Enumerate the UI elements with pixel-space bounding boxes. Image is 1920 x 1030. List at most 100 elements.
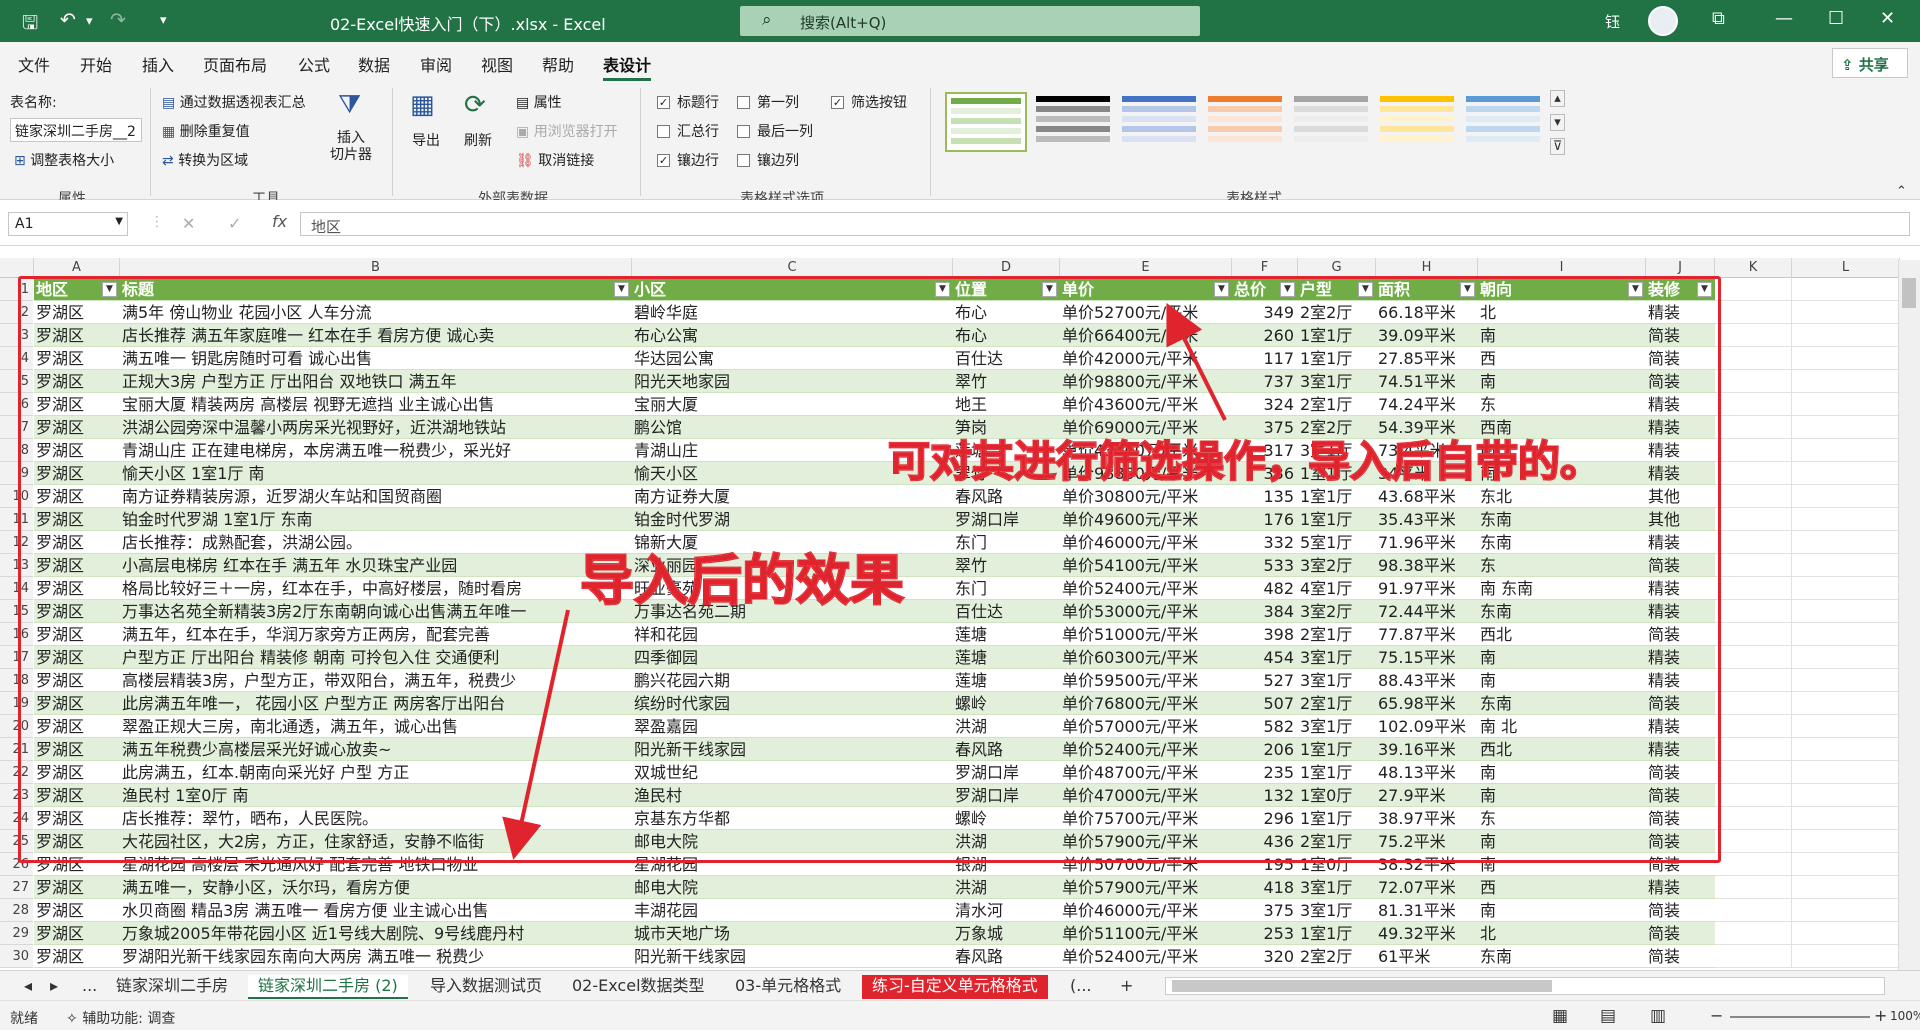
unlink-button[interactable]: ⛓ 取消链接 (516, 150, 594, 170)
tab-data[interactable]: 数据 (358, 52, 390, 76)
row-number[interactable]: 20 (0, 715, 33, 738)
table-cell[interactable]: 单价59500元/平米 (1060, 669, 1232, 692)
empty-cell[interactable] (1715, 485, 1792, 508)
table-cell[interactable]: 384 (1232, 600, 1298, 623)
sheet-tab-lianjia-2[interactable]: 链家深圳二手房 (2) (248, 975, 408, 999)
row-number[interactable]: 15 (0, 600, 33, 623)
table-cell[interactable]: 简装 (1646, 945, 1715, 968)
table-cell[interactable]: 罗湖区 (34, 462, 120, 485)
table-cell[interactable]: 71.96平米 (1376, 531, 1478, 554)
table-cell[interactable]: 74.51平米 (1376, 370, 1478, 393)
tab-formulas[interactable]: 公式 (298, 52, 330, 76)
table-cell[interactable]: 单价66400元/平米 (1060, 324, 1232, 347)
table-cell[interactable]: 布心 (953, 324, 1060, 347)
table-cell[interactable]: 2室1厅 (1298, 830, 1376, 853)
page-break-view-icon[interactable]: ▥ (1650, 1006, 1666, 1026)
table-cell[interactable]: 南 (1478, 830, 1646, 853)
table-cell[interactable]: 单价57000元/平米 (1060, 715, 1232, 738)
table-cell[interactable]: 罗湖区 (34, 485, 120, 508)
row-number[interactable]: 5 (0, 370, 33, 393)
row-number[interactable]: 14 (0, 577, 33, 600)
row-number[interactable]: 11 (0, 508, 33, 531)
table-style-orange[interactable] (1204, 92, 1286, 152)
row-number[interactable]: 25 (0, 830, 33, 853)
sheet-tab-lianjia[interactable]: 链家深圳二手房 (106, 975, 238, 999)
row-number[interactable]: 8 (0, 439, 33, 462)
table-cell[interactable]: 单价46000元/平米 (1060, 531, 1232, 554)
empty-cell[interactable] (1792, 416, 1900, 439)
first-column-checkbox[interactable] (737, 96, 750, 109)
table-cell[interactable]: 罗湖区 (34, 899, 120, 922)
table-cell[interactable]: 单价50700元/平米 (1060, 853, 1232, 876)
table-cell[interactable]: 38.32平米 (1376, 853, 1478, 876)
table-cell[interactable]: 简装 (1646, 899, 1715, 922)
table-cell[interactable]: 格局比较好三＋一房，红本在手，中高好楼层，随时看房 (120, 577, 632, 600)
table-cell[interactable]: 3室1厅 (1298, 646, 1376, 669)
collapse-ribbon-icon[interactable]: ⌃ (1896, 184, 1907, 199)
row-number[interactable]: 23 (0, 784, 33, 807)
pivot-summary-button[interactable]: ▤ 通过数据透视表汇总 (162, 92, 306, 112)
empty-cell[interactable] (1715, 669, 1792, 692)
table-cell[interactable]: 单价52400元/平米 (1060, 945, 1232, 968)
filter-dropdown-icon[interactable]: ▼ (1697, 282, 1712, 297)
table-cell[interactable]: 72.44平米 (1376, 600, 1478, 623)
export-icon[interactable]: ▦ (410, 90, 435, 120)
table-style-lightblue[interactable] (1462, 92, 1544, 152)
sheet-tab-cell-format[interactable]: 03-单元格格式 (725, 975, 851, 999)
table-cell[interactable]: 1室1厅 (1298, 761, 1376, 784)
table-cell[interactable]: 324 (1232, 393, 1298, 416)
table-cell[interactable]: 渔民村 (632, 784, 953, 807)
table-cell[interactable]: 罗湖区 (34, 761, 120, 784)
table-cell[interactable]: 单价52400元/平米 (1060, 738, 1232, 761)
table-cell[interactable]: 西北 (1478, 623, 1646, 646)
table-cell[interactable]: 195 (1232, 853, 1298, 876)
table-cell[interactable]: 49.32平米 (1376, 922, 1478, 945)
undo-dropdown-icon[interactable]: ▾ (86, 14, 93, 29)
empty-cell[interactable] (1715, 899, 1792, 922)
tab-help[interactable]: 帮助 (542, 52, 574, 76)
share-button[interactable]: ⇪ 共享 (1832, 48, 1908, 78)
table-cell[interactable]: 西 (1478, 347, 1646, 370)
table-cell[interactable]: 罗湖区 (34, 876, 120, 899)
table-cell[interactable]: 98.38平米 (1376, 554, 1478, 577)
table-cell[interactable]: 精装 (1646, 301, 1715, 324)
table-cell[interactable]: 35.43平米 (1376, 508, 1478, 531)
sheet-tab-import-test[interactable]: 导入数据测试页 (420, 975, 552, 999)
table-cell[interactable]: 满5年 傍山物业 花园小区 人车分流 (120, 301, 632, 324)
cancel-icon[interactable]: ✕ (182, 214, 195, 233)
table-cell[interactable]: 简装 (1646, 623, 1715, 646)
table-cell[interactable]: 布心公寓 (632, 324, 953, 347)
table-cell[interactable]: 81.31平米 (1376, 899, 1478, 922)
table-cell[interactable]: 东南 (1478, 531, 1646, 554)
table-style-blue[interactable] (1118, 92, 1200, 152)
tab-file[interactable]: 文件 (18, 52, 50, 76)
zoom-out-icon[interactable]: − (1710, 1006, 1723, 1025)
table-cell[interactable]: 东南 (1478, 600, 1646, 623)
table-cell[interactable]: 简装 (1646, 554, 1715, 577)
empty-cell[interactable] (1792, 807, 1900, 830)
table-cell[interactable]: 南 (1478, 370, 1646, 393)
table-cell[interactable]: 螺岭 (953, 807, 1060, 830)
row-number[interactable]: 2 (0, 301, 33, 324)
table-cell[interactable]: 罗湖区 (34, 347, 120, 370)
zoom-level[interactable]: 100% (1890, 1009, 1920, 1023)
zoom-slider[interactable] (1730, 1016, 1870, 1018)
scroll-thumb[interactable] (1902, 278, 1916, 308)
row-number[interactable]: 1 (0, 278, 33, 301)
empty-cell[interactable] (1715, 761, 1792, 784)
table-cell[interactable]: 454 (1232, 646, 1298, 669)
table-cell[interactable]: 宝丽大厦 精装两房 高楼层 视野无遮挡 业主诚心出售 (120, 393, 632, 416)
table-cell[interactable]: 精装 (1646, 416, 1715, 439)
table-cell[interactable]: 满五唯一，安静小区，沃尔玛，看房方便 (120, 876, 632, 899)
filter-dropdown-icon[interactable]: ▼ (1628, 282, 1643, 297)
save-icon[interactable]: 🖫 (22, 9, 38, 41)
minimize-button[interactable]: — (1775, 8, 1793, 29)
table-cell[interactable]: 罗湖区 (34, 508, 120, 531)
tab-page-layout[interactable]: 页面布局 (203, 52, 267, 76)
table-cell[interactable]: 单价53000元/平米 (1060, 600, 1232, 623)
column-header-f[interactable]: F (1232, 258, 1298, 278)
sheet-more[interactable]: ... (72, 975, 107, 999)
filter-dropdown-icon[interactable]: ▼ (935, 282, 950, 297)
empty-cell[interactable] (1715, 324, 1792, 347)
table-cell[interactable]: 4室1厅 (1298, 577, 1376, 600)
